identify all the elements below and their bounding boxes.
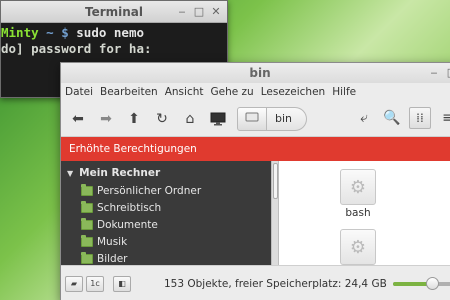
icon-view-button[interactable]: ⁞⁞ (409, 107, 431, 129)
minimize-icon[interactable]: ‒ (175, 5, 189, 19)
terminal-title: Terminal (84, 4, 144, 19)
sidebar-item-label: Bilder (97, 252, 128, 265)
terminal-titlebar[interactable]: Terminal ‒ □ ✕ (1, 1, 227, 23)
menu-edit[interactable]: Bearbeiten (100, 86, 158, 98)
file-item-bash[interactable]: ⚙ bash (328, 169, 388, 219)
menu-view[interactable]: Ansicht (165, 86, 204, 98)
show-places-icon[interactable]: ▰ (65, 275, 83, 292)
file-item-2[interactable]: ⚙ (328, 229, 388, 267)
terminal-password-line: do] password for ha: (1, 41, 152, 56)
sidebar-item-music[interactable]: Musik (61, 233, 271, 250)
music-folder-icon (81, 234, 93, 247)
sidebar-section-label: Mein Rechner (79, 167, 161, 179)
home-icon[interactable]: ⌂ (179, 108, 201, 130)
file-label: bash (345, 207, 371, 219)
sidebar-item-home[interactable]: Persönlicher Ordner (61, 182, 271, 199)
maximize-icon[interactable]: □ (445, 66, 450, 80)
breadcrumb-current-label: bin (275, 112, 293, 125)
prompt-user: Minty (1, 25, 39, 40)
sidebar-section-computer[interactable]: ▼ Mein Rechner (61, 161, 271, 179)
sidebar-item-documents[interactable]: Dokumente (61, 216, 271, 233)
sidebar: ▼ Mein Rechner Persönlicher Ordner Schre… (61, 161, 271, 265)
prompt-path: ~ $ (38, 25, 77, 40)
terminal-command: sudo nemo (76, 25, 145, 40)
menu-bookmarks[interactable]: Lesezeichen (261, 86, 326, 98)
desktop-folder-icon (81, 200, 93, 213)
toggle-location-icon[interactable]: ⤶ (353, 107, 375, 129)
status-bar: ▰ 1c ◧ 153 Objekte, freier Speicherplatz… (61, 265, 450, 300)
zoom-slider-handle[interactable] (425, 277, 439, 290)
menu-go[interactable]: Gehe zu (211, 86, 254, 98)
file-manager-titlebar[interactable]: bin ‒ □ (61, 63, 450, 83)
toolbar-right-controls: ⤶ 🔍 ⁞⁞ ≡ (353, 107, 450, 129)
zoom-slider[interactable] (393, 277, 450, 290)
toolbar: ⬅ ➡ ⬆ ↻ ⌂ bin ⤶ 🔍 ⁞⁞ ≡ (61, 101, 450, 137)
documents-folder-icon (81, 217, 93, 230)
drive-icon (245, 111, 259, 126)
pictures-folder-icon (81, 251, 93, 264)
breadcrumb: bin (237, 106, 308, 131)
elevated-privileges-banner: Erhöhte Berechtigungen (61, 137, 450, 161)
executable-file-icon: ⚙ (340, 169, 376, 205)
sidebar-item-desktop[interactable]: Schreibtisch (61, 199, 271, 216)
file-manager-window[interactable]: bin ‒ □ Datei Bearbeiten Ansicht Gehe zu… (60, 62, 450, 300)
window-title: bin (249, 66, 271, 80)
sidebar-item-label: Persönlicher Ordner (97, 184, 202, 197)
computer-icon[interactable] (207, 108, 229, 130)
up-arrow-icon[interactable]: ⬆ (123, 108, 145, 130)
search-icon[interactable]: 🔍 (381, 107, 403, 129)
list-view-icon[interactable]: ≡ (437, 107, 450, 129)
terminal-window-controls: ‒ □ ✕ (175, 5, 223, 19)
breadcrumb-current-button[interactable]: bin (267, 106, 308, 131)
minimize-icon[interactable]: ‒ (427, 66, 441, 80)
show-treeview-icon[interactable]: 1c (86, 275, 104, 292)
menu-file[interactable]: Datei (65, 86, 93, 98)
menu-bar: Datei Bearbeiten Ansicht Gehe zu Lesezei… (61, 83, 450, 101)
sidebar-item-label: Dokumente (97, 218, 158, 231)
content-area: ▼ Mein Rechner Persönlicher Ordner Schre… (61, 161, 450, 265)
hide-sidebar-icon[interactable]: ◧ (113, 275, 131, 292)
file-view[interactable]: ⚙ bash ⚙ (279, 161, 450, 265)
menu-help[interactable]: Hilfe (332, 86, 356, 98)
banner-text: Erhöhte Berechtigungen (69, 143, 197, 155)
sidebar-item-label: Schreibtisch (97, 201, 162, 214)
terminal-output[interactable]: Minty ~ $ sudo nemo do] password for ha: (1, 23, 227, 57)
close-icon[interactable]: ✕ (209, 5, 223, 19)
breadcrumb-root-button[interactable] (237, 106, 267, 131)
scrollbar-thumb[interactable] (273, 163, 278, 199)
sidebar-item-label: Musik (97, 235, 128, 248)
home-folder-icon (81, 183, 93, 196)
expand-triangle-icon[interactable]: ▼ (67, 169, 73, 178)
executable-file-icon: ⚙ (340, 229, 376, 265)
sidebar-scrollbar[interactable] (271, 161, 279, 265)
maximize-icon[interactable]: □ (192, 5, 206, 19)
back-arrow-icon[interactable]: ⬅ (67, 108, 89, 130)
status-text: 153 Objekte, freier Speicherplatz: 24,4 … (164, 277, 387, 290)
reload-icon[interactable]: ↻ (151, 108, 173, 130)
window-controls: ‒ □ (427, 66, 450, 80)
forward-arrow-icon[interactable]: ➡ (95, 108, 117, 130)
